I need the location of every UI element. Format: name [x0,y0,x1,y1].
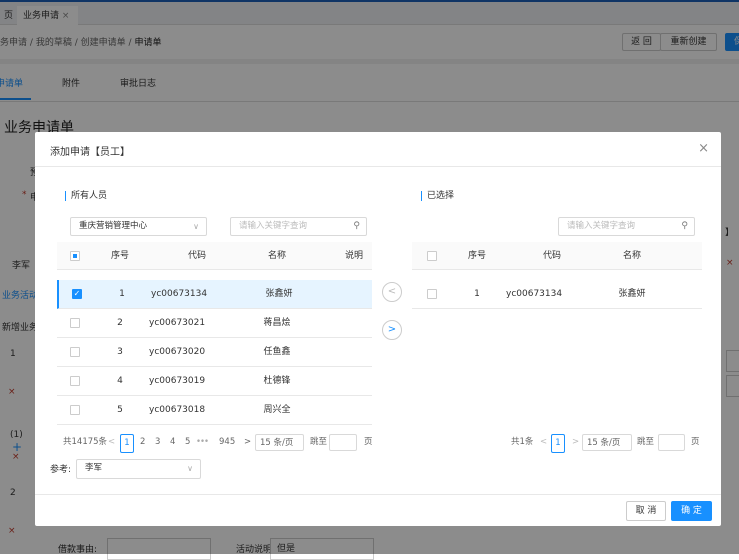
row-name: 张鑫妍 [618,289,646,299]
row-checkbox[interactable]: ✓ [72,289,82,299]
ellipsis[interactable]: ••• [196,434,209,451]
row-name: 杜德锋 [263,376,291,386]
left-search-input[interactable]: 请输入关键字查询 ⚲ [230,217,367,236]
row-number: 1 [474,289,480,299]
column-header: 序号 [467,251,486,261]
page-2-button[interactable]: 2 [140,434,145,451]
page-size-value: 15 条/页 [587,438,621,448]
all-personnel-table: 序号 代码 名称 说明 ✓ 1 yc00673134 张鑫妍 2 yc00673021 蒋昌… [57,242,372,442]
chevron-down-icon: ∨ [193,222,199,231]
select-all-checkbox[interactable] [427,251,437,261]
search-icon: ⚲ [353,221,360,231]
prev-page-button[interactable]: < [540,434,547,451]
chevron-down-icon: ∨ [187,464,193,473]
reference-value: 李军 [85,463,103,473]
column-header: 序号 [110,251,129,261]
row-code: yc00673134 [506,289,563,299]
goto-page-input[interactable] [329,434,357,451]
column-header: 名称 [622,251,641,261]
table-row[interactable]: 1 yc00673134 张鑫妍 [412,280,702,309]
page-1-button[interactable]: 1 [120,434,134,453]
search-placeholder: 请输入关键字查询 [239,221,308,231]
page-5-button[interactable]: 5 [185,434,190,451]
reference-label: 参考: [50,465,72,475]
row-checkbox[interactable] [70,318,80,328]
row-number: 4 [117,376,123,386]
row-name: 周兴全 [263,405,291,415]
selected-heading: 已选择 [421,191,454,201]
select-all-checkbox[interactable] [70,251,80,261]
row-number: 2 [117,318,123,328]
row-checkbox[interactable] [70,376,80,386]
column-header: 代码 [187,251,206,261]
table-row[interactable]: 5 yc00673018 周兴全 [57,396,372,425]
modal-title: 添加申请【员工】 [50,147,130,158]
row-name: 蒋昌烩 [263,318,291,328]
row-code: yc00673020 [149,347,206,357]
row-name: 任鱼鑫 [263,347,291,357]
table-header: 序号 代码 名称 [412,242,702,270]
page-unit: 页 [364,437,373,447]
page-1-button[interactable]: 1 [551,434,565,453]
table-row[interactable]: ✓ 1 yc00673134 张鑫妍 [57,280,372,309]
page-4-button[interactable]: 4 [170,434,175,451]
row-code: yc00673018 [149,405,206,415]
table-row[interactable]: 3 yc00673020 任鱼鑫 [57,338,372,367]
row-number: 1 [119,289,125,299]
modal-header: 添加申请【员工】 × [35,132,721,167]
table-row[interactable]: 4 yc00673019 杜德锋 [57,367,372,396]
next-page-button[interactable]: > [572,434,579,451]
search-placeholder: 请输入关键字查询 [567,221,636,231]
row-checkbox[interactable] [427,289,437,299]
goto-label: 跳至 [637,437,655,447]
close-icon[interactable]: × [698,141,709,156]
row-code: yc00673019 [149,376,206,386]
column-header: 名称 [267,251,286,261]
column-header: 代码 [542,251,561,261]
selected-table: 序号 代码 名称 1 yc00673134 张鑫妍 [412,242,702,312]
row-name: 张鑫妍 [265,289,293,299]
total-count: 共1条 [511,437,534,447]
all-personnel-heading: 所有人员 [65,191,107,201]
total-count: 共14175条 [63,437,108,447]
table-header: 序号 代码 名称 说明 [57,242,372,270]
org-select[interactable]: 重庆营销管理中心 ∨ [70,217,207,236]
modal-footer-divider [35,494,721,495]
page-size-select[interactable]: 15 条/页 [255,434,304,451]
column-header: 说明 [344,251,363,261]
row-checkbox[interactable] [70,405,80,415]
page-size-value: 15 条/页 [260,438,294,448]
row-number: 3 [117,347,123,357]
org-select-value: 重庆营销管理中心 [79,221,148,231]
prev-page-button[interactable]: < [108,434,115,451]
confirm-button[interactable]: 确 定 [671,501,712,521]
last-page-button[interactable]: 945 [219,434,235,451]
table-row[interactable]: 2 yc00673021 蒋昌烩 [57,309,372,338]
row-code: yc00673021 [149,318,206,328]
row-checkbox[interactable] [70,347,80,357]
add-application-modal: 添加申请【员工】 × 所有人员 重庆营销管理中心 ∨ 请输入关键字查询 ⚲ 序号 代… [35,132,721,526]
move-right-button[interactable]: > [382,320,402,340]
goto-page-input[interactable] [658,434,685,451]
row-number: 5 [117,405,123,415]
page-size-select[interactable]: 15 条/页 [582,434,632,451]
move-left-button[interactable]: < [382,282,402,302]
right-search-input[interactable]: 请输入关键字查询 ⚲ [558,217,695,236]
search-icon: ⚲ [681,221,688,231]
right-pagination: 共1条 < 1 > 15 条/页 跳至 页 [511,434,711,453]
page-unit: 页 [691,437,700,447]
left-pagination: 共14175条 < 1 2 3 4 5 ••• 945 > 15 条/页 跳至 … [63,434,373,453]
goto-label: 跳至 [310,437,328,447]
next-page-button[interactable]: > [244,434,251,451]
page-3-button[interactable]: 3 [155,434,160,451]
cancel-button[interactable]: 取 消 [626,501,666,521]
row-code: yc00673134 [151,289,208,299]
reference-select[interactable]: 李军 ∨ [76,459,201,479]
